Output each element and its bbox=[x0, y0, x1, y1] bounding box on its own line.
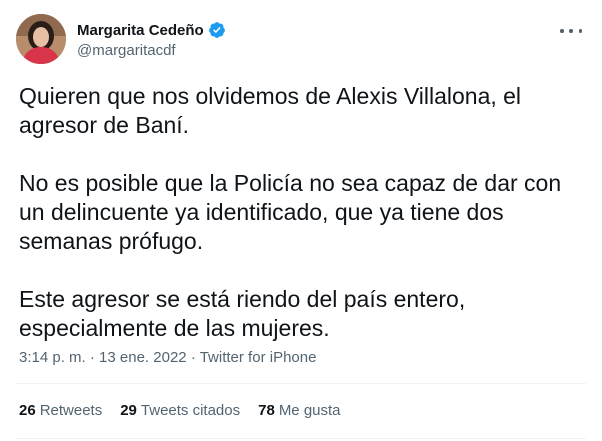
tweet-date[interactable]: 13 ene. 2022 bbox=[99, 349, 187, 366]
retweets-count: 26 bbox=[19, 402, 36, 419]
meta-separator: · bbox=[89, 349, 95, 366]
tweet-paragraph: Este agresor se está riendo del país ent… bbox=[19, 286, 466, 341]
meta-separator: · bbox=[190, 349, 196, 366]
more-dot bbox=[560, 29, 564, 33]
author-names: Margarita Cedeño @margaritacdf bbox=[77, 20, 226, 59]
tweet-paragraph: Quieren que nos olvidemos de Alexis Vill… bbox=[19, 83, 522, 138]
tweet-meta: 3:14 p. m. · 13 ene. 2022 · Twitter for … bbox=[19, 349, 316, 366]
more-dot bbox=[578, 29, 582, 33]
more-dot bbox=[569, 29, 573, 33]
divider bbox=[16, 438, 586, 439]
tweet-time[interactable]: 3:14 p. m. bbox=[19, 349, 86, 366]
quotes-count: 29 bbox=[120, 402, 137, 419]
likes-count: 78 bbox=[258, 402, 275, 419]
display-name-row: Margarita Cedeño bbox=[77, 20, 226, 40]
tweet-text: Quieren que nos olvidemos de Alexis Vill… bbox=[19, 82, 589, 372]
retweets-label: Retweets bbox=[39, 402, 103, 419]
retweets-stat[interactable]: 26 Retweets bbox=[19, 402, 102, 419]
display-name[interactable]: Margarita Cedeño bbox=[77, 22, 204, 39]
avatar-image bbox=[16, 14, 66, 64]
avatar[interactable] bbox=[16, 14, 66, 64]
likes-label: Me gusta bbox=[278, 402, 341, 419]
quotes-label: Tweets citados bbox=[140, 402, 241, 419]
tweet-paragraph: No es posible que la Policía no sea capa… bbox=[19, 170, 562, 254]
quotes-stat[interactable]: 29 Tweets citados bbox=[120, 402, 240, 419]
tweet-stats: 26 Retweets 29 Tweets citados 78 Me gusta bbox=[19, 402, 341, 419]
verified-badge-icon bbox=[208, 22, 225, 38]
tweet-card: Margarita Cedeño @margaritacdf Quieren q… bbox=[0, 0, 602, 441]
tweet-header: Margarita Cedeño @margaritacdf bbox=[16, 14, 586, 66]
author-handle[interactable]: @margaritacdf bbox=[77, 42, 226, 59]
tweet-source[interactable]: Twitter for iPhone bbox=[200, 349, 317, 366]
likes-stat[interactable]: 78 Me gusta bbox=[258, 402, 340, 419]
more-options-icon[interactable] bbox=[560, 24, 582, 38]
divider bbox=[16, 383, 586, 384]
